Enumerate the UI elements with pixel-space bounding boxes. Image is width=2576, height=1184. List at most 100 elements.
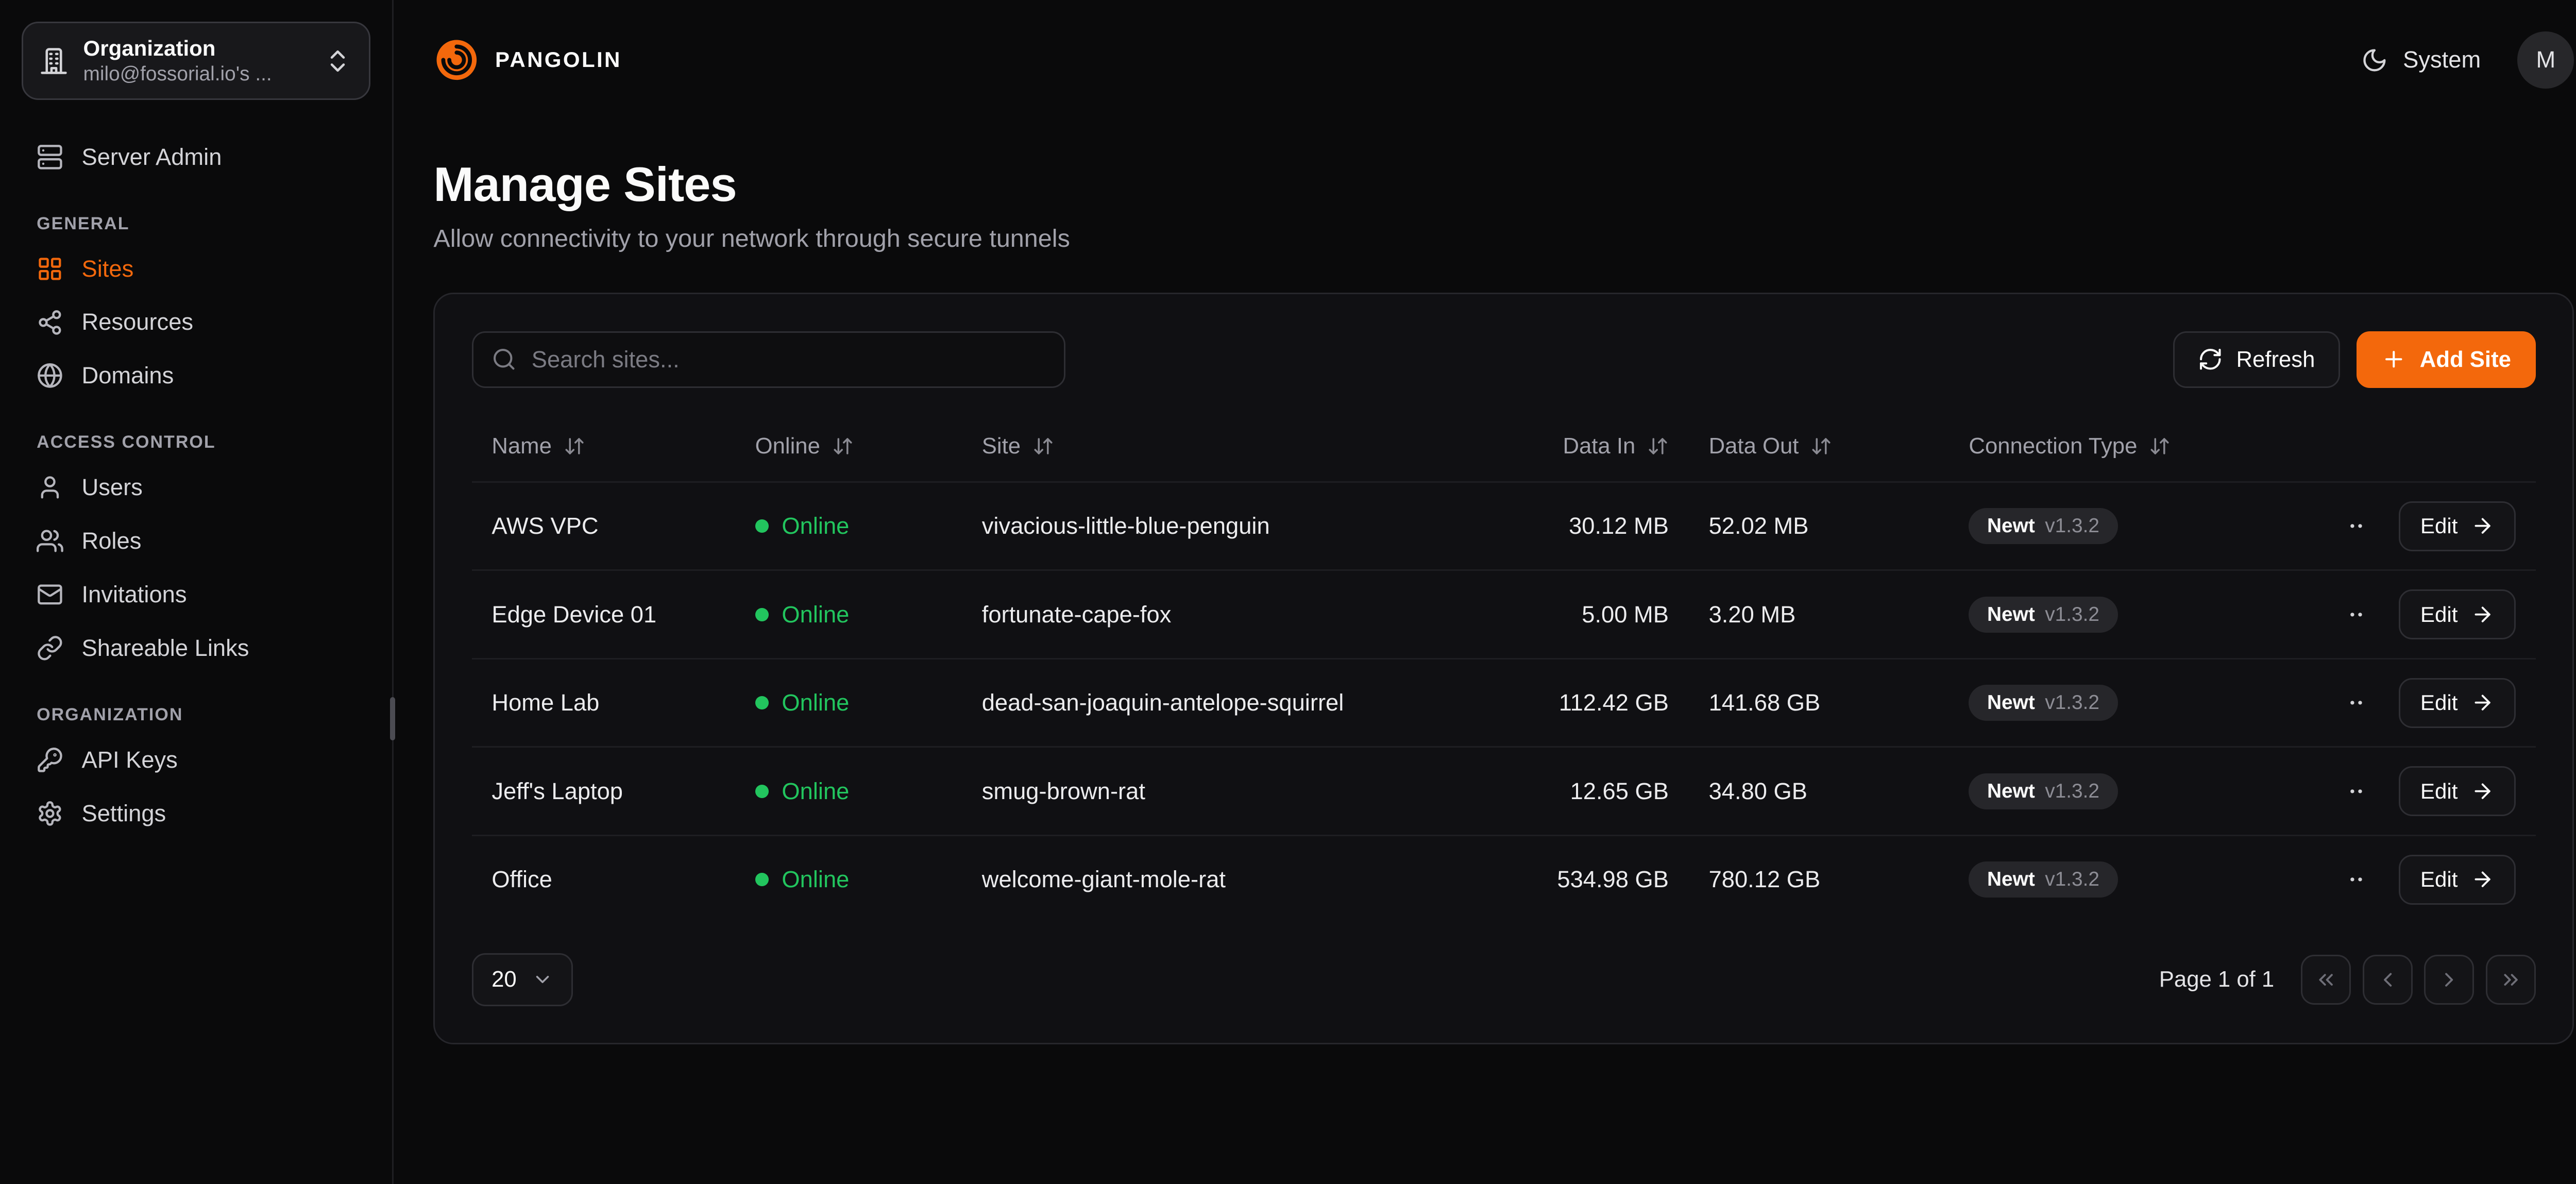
chevrons-left-icon	[2314, 968, 2337, 991]
page-size-select[interactable]: 20	[472, 953, 573, 1007]
col-header-data-in[interactable]: Data In	[1452, 433, 1689, 459]
online-dot	[755, 873, 769, 886]
pager: Page 1 of 1	[2159, 955, 2536, 1005]
sidebar-item-settings[interactable]: Settings	[22, 787, 370, 840]
sidebar-item-label: API Keys	[82, 747, 178, 773]
cell-actions: Edit	[2349, 501, 2536, 551]
col-header-data-out[interactable]: Data Out	[1689, 433, 1949, 459]
cell-connection-type: Newt v1.3.2	[1949, 861, 2349, 898]
search-box	[472, 331, 1065, 388]
org-title: Organization	[83, 35, 309, 62]
gear-icon	[37, 800, 63, 827]
cell-data-in: 112.42 GB	[1452, 689, 1689, 716]
last-page-button[interactable]	[2486, 955, 2536, 1005]
pager-buttons	[2301, 955, 2536, 1005]
add-site-label: Add Site	[2420, 347, 2511, 373]
col-header-site[interactable]: Site	[962, 433, 1452, 459]
status-label: Online	[782, 778, 849, 805]
edit-button[interactable]: Edit	[2399, 855, 2516, 905]
sidebar-item-users[interactable]: Users	[22, 461, 370, 515]
col-header-connection-type[interactable]: Connection Type	[1949, 433, 2349, 459]
sort-icon	[1647, 435, 1669, 457]
chevrons-right-icon	[2499, 968, 2522, 991]
moon-icon	[2361, 47, 2388, 74]
arrow-right-icon	[2471, 780, 2494, 803]
cell-name: Office	[472, 866, 735, 893]
app-root: Organization milo@fossorial.io's ... Ser…	[0, 0, 2576, 1184]
col-label: Name	[492, 433, 552, 459]
sidebar-item-roles[interactable]: Roles	[22, 514, 370, 568]
cell-actions: Edit	[2349, 678, 2536, 728]
theme-toggle[interactable]: System	[2361, 46, 2481, 73]
sidebar-item-api-keys[interactable]: API Keys	[22, 733, 370, 787]
cell-status: Online	[735, 778, 962, 805]
row-menu-button[interactable]	[2349, 686, 2369, 720]
topbar: PANGOLIN System M	[394, 0, 2576, 120]
table-row: Jeff's Laptop Online smug-brown-rat 12.6…	[472, 746, 2536, 835]
connection-badge: Newt v1.3.2	[1969, 508, 2117, 544]
connection-badge: Newt v1.3.2	[1969, 861, 2117, 898]
sidebar-item-label: Roles	[82, 528, 142, 554]
server-icon	[37, 144, 63, 171]
edit-button[interactable]: Edit	[2399, 501, 2516, 551]
cell-name: AWS VPC	[472, 513, 735, 539]
sidebar-item-label: Shareable Links	[82, 635, 249, 662]
user-icon	[37, 474, 63, 501]
cell-data-out: 52.02 MB	[1689, 513, 1949, 539]
sidebar-item-sites[interactable]: Sites	[22, 242, 370, 296]
next-page-button[interactable]	[2424, 955, 2474, 1005]
row-menu-button[interactable]	[2349, 598, 2369, 631]
refresh-button[interactable]: Refresh	[2173, 331, 2340, 388]
col-label: Site	[982, 433, 1021, 459]
building-icon	[40, 47, 68, 75]
status-label: Online	[782, 866, 849, 893]
search-input[interactable]	[532, 346, 1045, 373]
key-icon	[37, 747, 63, 773]
arrow-right-icon	[2471, 868, 2494, 891]
org-switcher[interactable]: Organization milo@fossorial.io's ...	[22, 22, 370, 100]
mail-icon	[37, 581, 63, 608]
edit-button[interactable]: Edit	[2399, 766, 2516, 816]
topbar-right: System M	[2361, 31, 2574, 88]
ellipsis-icon	[2349, 601, 2365, 628]
cell-data-in: 30.12 MB	[1452, 513, 1689, 539]
cell-actions: Edit	[2349, 766, 2536, 816]
ellipsis-icon	[2349, 689, 2365, 716]
row-menu-button[interactable]	[2349, 774, 2369, 808]
cell-data-out: 141.68 GB	[1689, 689, 1949, 716]
sidebar-item-invitations[interactable]: Invitations	[22, 568, 370, 621]
search-icon	[492, 347, 517, 372]
previous-page-button[interactable]	[2363, 955, 2413, 1005]
cell-actions: Edit	[2349, 855, 2536, 905]
first-page-button[interactable]	[2301, 955, 2351, 1005]
cell-connection-type: Newt v1.3.2	[1949, 508, 2349, 544]
add-site-button[interactable]: Add Site	[2357, 331, 2536, 388]
row-menu-button[interactable]	[2349, 863, 2369, 897]
sidebar-section-organization: ORGANIZATION	[37, 705, 355, 725]
table-header: Name Online Site Data In Data Out	[472, 411, 2536, 481]
sidebar: Organization milo@fossorial.io's ... Ser…	[0, 0, 394, 1184]
sidebar-item-shareable-links[interactable]: Shareable Links	[22, 621, 370, 675]
chevron-left-icon	[2376, 968, 2399, 991]
row-menu-button[interactable]	[2349, 510, 2369, 543]
edit-button[interactable]: Edit	[2399, 589, 2516, 639]
cell-site: vivacious-little-blue-penguin	[962, 513, 1452, 539]
share-nodes-icon	[37, 309, 63, 336]
status-label: Online	[782, 513, 849, 539]
edit-button[interactable]: Edit	[2399, 678, 2516, 728]
ellipsis-icon	[2349, 778, 2365, 805]
toolbar-actions: Refresh Add Site	[2173, 331, 2536, 388]
sidebar-item-domains[interactable]: Domains	[22, 349, 370, 402]
status-label: Online	[782, 689, 849, 716]
col-label: Connection Type	[1969, 433, 2137, 459]
sidebar-item-server-admin[interactable]: Server Admin	[22, 130, 370, 184]
avatar[interactable]: M	[2517, 31, 2574, 88]
col-header-online[interactable]: Online	[735, 433, 962, 459]
sidebar-item-resources[interactable]: Resources	[22, 296, 370, 349]
sidebar-resize-handle[interactable]	[390, 697, 395, 740]
online-dot	[755, 785, 769, 798]
sidebar-item-label: Users	[82, 474, 143, 501]
col-header-name[interactable]: Name	[472, 433, 735, 459]
cell-data-in: 12.65 GB	[1452, 778, 1689, 805]
sidebar-item-label: Server Admin	[82, 144, 222, 171]
